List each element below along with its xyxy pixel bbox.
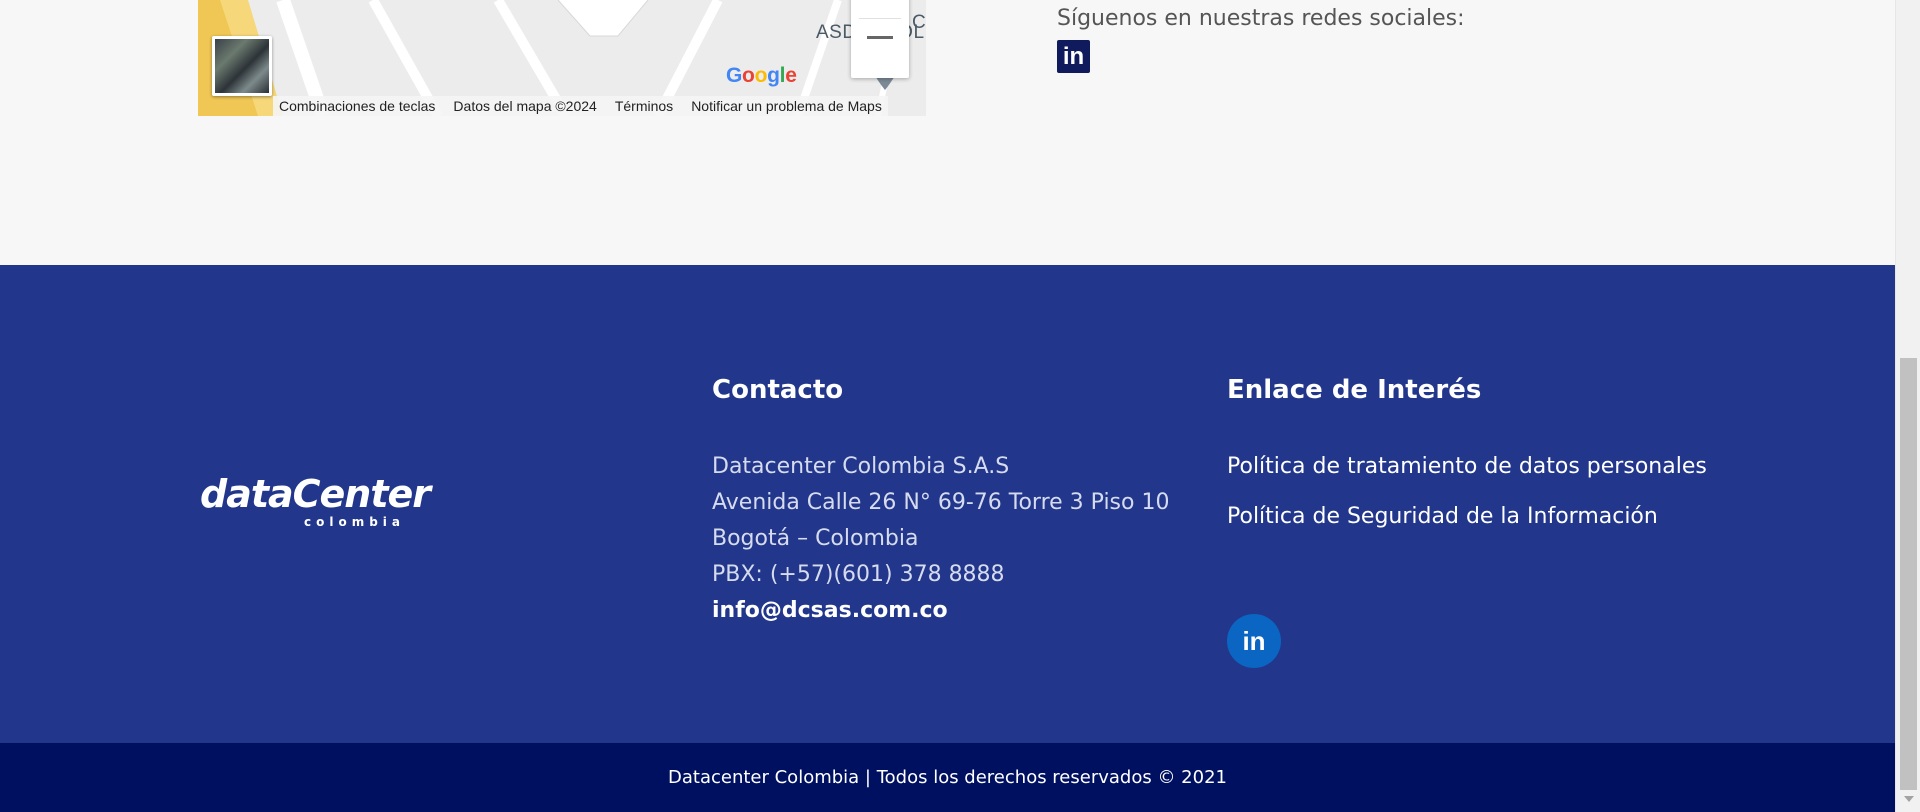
linkedin-icon: in xyxy=(1242,625,1266,656)
email-link[interactable]: info@dcsas.com.co xyxy=(712,593,1169,629)
zoom-separator xyxy=(859,18,901,19)
terms-link[interactable]: Términos xyxy=(615,98,673,114)
contact-heading: Contacto xyxy=(712,375,844,405)
map-attribution-bar: Combinaciones de teclas Datos del mapa ©… xyxy=(273,96,888,116)
zoom-out-button[interactable] xyxy=(867,36,893,39)
social-block: Síguenos en nuestras redes sociales: in xyxy=(1057,6,1465,73)
linkedin-circle-button[interactable]: in xyxy=(1227,614,1281,668)
report-problem-link[interactable]: Notificar un problema de Maps xyxy=(691,98,882,114)
company-name: Datacenter Colombia S.A.S xyxy=(712,454,1010,479)
scroll-down-arrow-icon[interactable] xyxy=(1904,796,1914,802)
map-social-section: ASDECCOL C Google Combinaciones de tecla… xyxy=(0,0,1895,265)
satellite-view-toggle[interactable] xyxy=(212,36,272,96)
linkedin-icon[interactable]: in xyxy=(1057,40,1090,73)
scrollbar-thumb[interactable] xyxy=(1900,358,1917,790)
google-logo: Google xyxy=(726,64,797,87)
vertical-scrollbar[interactable] xyxy=(1895,0,1920,812)
keyboard-shortcuts-link[interactable]: Combinaciones de teclas xyxy=(279,98,435,114)
security-policy-link[interactable]: Política de Seguridad de la Información xyxy=(1227,499,1707,535)
address: Avenida Calle 26 N° 69-76 Torre 3 Piso 1… xyxy=(712,490,1170,515)
logo-subtitle: colombia xyxy=(304,515,406,529)
map-place-label-partial: C xyxy=(912,12,926,33)
privacy-policy-link[interactable]: Política de tratamiento de datos persona… xyxy=(1227,449,1707,485)
map-zoom-control xyxy=(851,0,909,78)
site-footer: dataCenter colombia Contacto Datacenter … xyxy=(0,265,1895,743)
contact-list: Datacenter Colombia S.A.S Avenida Calle … xyxy=(712,449,1169,629)
embedded-map[interactable]: ASDECCOL C Google Combinaciones de tecla… xyxy=(198,0,926,116)
logo-wordmark: dataCenter xyxy=(200,472,431,516)
map-data-label: Datos del mapa ©2024 xyxy=(453,98,597,114)
copyright-text: Datacenter Colombia | Todos los derechos… xyxy=(668,767,1227,788)
links-heading: Enlace de Interés xyxy=(1227,375,1482,405)
phone: PBX: (+57)(601) 378 8888 xyxy=(712,562,1005,587)
social-title: Síguenos en nuestras redes sociales: xyxy=(1057,6,1465,31)
city: Bogotá – Colombia xyxy=(712,526,919,551)
page: ASDECCOL C Google Combinaciones de tecla… xyxy=(0,0,1895,812)
datacenter-logo[interactable]: dataCenter colombia xyxy=(200,472,431,529)
links-list: Política de tratamiento de datos persona… xyxy=(1227,449,1707,535)
copyright-bar: Datacenter Colombia | Todos los derechos… xyxy=(0,743,1895,812)
